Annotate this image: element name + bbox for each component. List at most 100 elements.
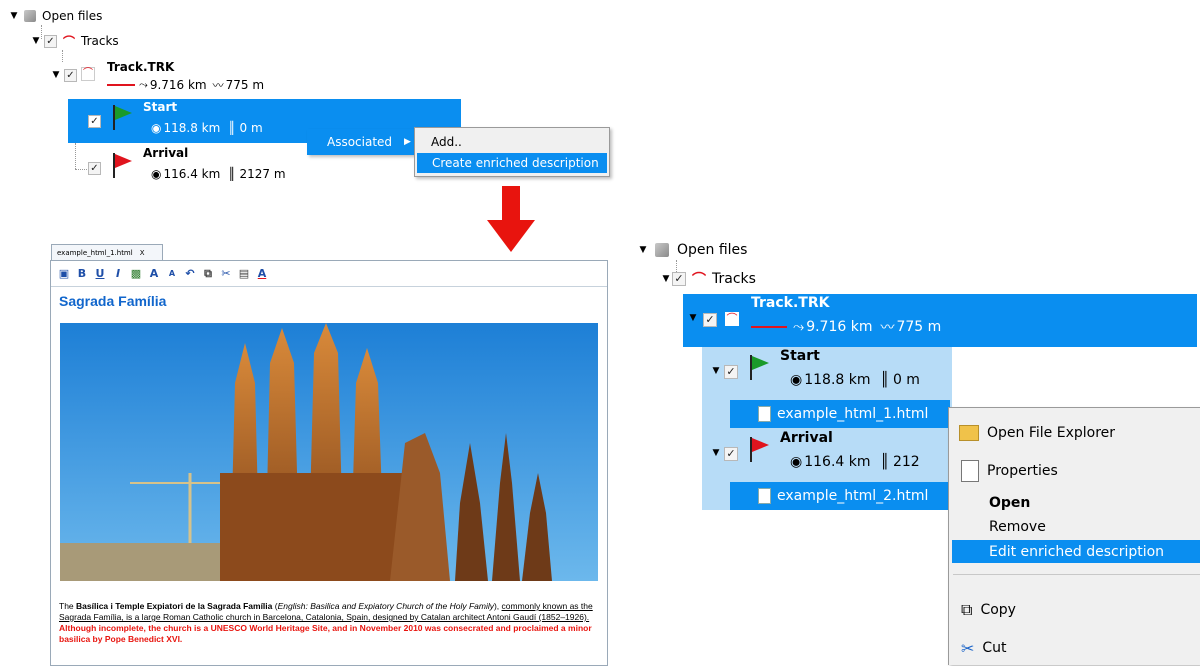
expand-triangle-icon[interactable]: ▼	[637, 245, 649, 255]
distance-icon: ⤳	[139, 78, 148, 91]
font-size-down-icon[interactable]: A	[165, 267, 179, 281]
cut-icon[interactable]: ✂	[219, 267, 233, 281]
associated-menu: Associated ▶	[307, 129, 417, 155]
arrival-checkbox[interactable]: ✓	[88, 162, 101, 175]
associated-menu-item[interactable]: Associated ▶	[308, 130, 416, 154]
top-tree-track-trk[interactable]: ▼ ✓ ⌒ Track.TRK ⤳ 9.716 km 〰 775 m	[50, 60, 265, 96]
tracks-icon: ⌒	[692, 272, 706, 288]
red-flag-icon	[111, 152, 133, 178]
right-tree-tracks[interactable]: ▼ ✓ ⌒ Tracks	[660, 269, 756, 289]
menu-cut[interactable]: ✂ Cut	[949, 634, 1200, 662]
menu-open-file-explorer-label: Open File Explorer	[987, 425, 1116, 441]
distance-icon: ◉	[790, 372, 803, 388]
start-checkbox[interactable]: ✓	[724, 365, 738, 379]
editor-tab-label: example_html_1.html	[57, 249, 133, 257]
tracks-label: Tracks	[81, 34, 119, 48]
right-tree-track-trk[interactable]: ▼ ✓ ⌒ Track.TRK ⤳ 9.716 km 〰 775 m	[687, 295, 942, 345]
start-label: Start	[780, 348, 820, 364]
menu-open[interactable]: Open	[949, 492, 1200, 514]
track-elevation: 775 m	[225, 78, 265, 92]
tree-connector	[75, 169, 87, 170]
elevation-icon: 〰	[212, 79, 224, 92]
right-tree-root[interactable]: ▼ Open files	[637, 240, 748, 260]
start-label: Start	[143, 100, 178, 114]
insert-image-icon[interactable]: ▩	[129, 267, 143, 281]
top-tree-tracks[interactable]: ▼ ✓ ⌒ Tracks	[30, 33, 119, 49]
arrival-label: Arrival	[143, 146, 189, 160]
underline-icon[interactable]: U	[93, 267, 107, 281]
menu-properties-label: Properties	[987, 463, 1058, 479]
menu-remove[interactable]: Remove	[949, 516, 1200, 538]
track-distance: 9.716 km	[806, 319, 873, 335]
track-name: Track.TRK	[107, 60, 175, 74]
expand-triangle-icon[interactable]: ▼	[8, 11, 20, 21]
expand-triangle-icon[interactable]: ▼	[30, 36, 42, 46]
expand-triangle-icon[interactable]: ▼	[50, 70, 62, 80]
submenu-add-label: Add..	[431, 135, 462, 149]
open-files-label: Open files	[42, 9, 103, 23]
start-checkbox[interactable]: ✓	[88, 115, 101, 128]
start-distance: 118.8 km	[163, 121, 221, 135]
editor-heading: Sagrada Família	[59, 293, 167, 309]
properties-icon	[961, 460, 979, 482]
menu-properties[interactable]: Properties	[949, 456, 1200, 486]
menu-copy-label: Copy	[980, 602, 1016, 618]
tracks-checkbox[interactable]: ✓	[672, 272, 686, 286]
expand-triangle-icon[interactable]: ▼	[710, 366, 722, 376]
track-line-sample	[751, 326, 787, 328]
expand-triangle-icon[interactable]: ▼	[660, 274, 672, 284]
tracks-checkbox[interactable]: ✓	[44, 34, 57, 48]
right-tree-start[interactable]: ▼ ✓ Start ◉ 118.8 km ║ 0 m	[710, 348, 920, 396]
top-tree-root[interactable]: ▼ Open files	[8, 8, 103, 24]
menu-cut-label: Cut	[982, 640, 1007, 656]
green-flag-icon	[748, 354, 770, 380]
open-files-icon	[24, 10, 36, 22]
track-checkbox[interactable]: ✓	[64, 69, 77, 82]
start-distance: 118.8 km	[804, 372, 871, 388]
open-files-label: Open files	[677, 242, 748, 258]
arrival-checkbox[interactable]: ✓	[724, 447, 738, 461]
altitude-icon: ║	[228, 167, 236, 181]
menu-copy[interactable]: ⧉ Copy	[949, 596, 1200, 624]
editor-tab[interactable]: example_html_1.html X	[51, 244, 163, 261]
right-tree-arrival[interactable]: ▼ ✓ Arrival ◉ 116.4 km ║ 212	[710, 430, 920, 478]
font-size-up-icon[interactable]: A	[147, 267, 161, 281]
tree-connector	[75, 143, 76, 169]
submenu-arrow-icon: ▶	[404, 137, 411, 147]
file-context-menu: Open File Explorer Properties Open Remov…	[948, 407, 1200, 665]
para-text-3: ),	[493, 601, 500, 611]
track-checkbox[interactable]: ✓	[703, 313, 717, 327]
paste-icon[interactable]: ▤	[237, 267, 251, 281]
top-tree-arrival[interactable]: ✓ Arrival ◉ 116.4 km ║ 2127 m	[88, 146, 286, 188]
right-tree-file-2[interactable]: example_html_2.html	[758, 482, 928, 510]
expand-triangle-icon[interactable]: ▼	[710, 448, 722, 458]
bold-icon[interactable]: B	[75, 267, 89, 281]
elevation-icon: 〰	[880, 320, 895, 336]
start-altitude: 0 m	[239, 121, 263, 135]
cut-icon: ✂	[961, 638, 975, 658]
submenu-create-enriched[interactable]: Create enriched description	[417, 153, 607, 173]
expand-triangle-icon[interactable]: ▼	[687, 313, 699, 323]
track-name: Track.TRK	[751, 295, 830, 311]
track-distance: 9.716 km	[149, 78, 207, 92]
arrival-distance: 116.4 km	[804, 454, 871, 470]
file-2-label: example_html_2.html	[777, 488, 929, 504]
sagrada-familia-photo	[60, 323, 598, 581]
font-color-icon[interactable]: A	[255, 267, 269, 281]
menu-separator	[953, 574, 1200, 575]
associated-submenu: Add.. Create enriched description	[414, 127, 610, 177]
copy-icon[interactable]: ⧉	[201, 267, 215, 281]
editor-tab-close-icon[interactable]: X	[140, 249, 145, 257]
para-text-1: The	[59, 601, 77, 611]
menu-edit-enriched-description[interactable]: Edit enriched description	[952, 540, 1200, 563]
menu-open-label: Open	[989, 495, 1031, 511]
red-flag-icon	[748, 436, 770, 462]
green-flag-icon	[111, 104, 133, 130]
undo-icon[interactable]: ↶	[183, 267, 197, 281]
right-tree-file-1[interactable]: example_html_1.html	[758, 400, 928, 428]
italic-icon[interactable]: I	[111, 267, 125, 281]
menu-open-file-explorer[interactable]: Open File Explorer	[949, 420, 1200, 446]
save-icon[interactable]: ▣	[57, 267, 71, 281]
submenu-add[interactable]: Add..	[415, 132, 609, 152]
top-tree-start[interactable]: ✓ Start ◉ 118.8 km ║ 0 m	[88, 100, 263, 142]
